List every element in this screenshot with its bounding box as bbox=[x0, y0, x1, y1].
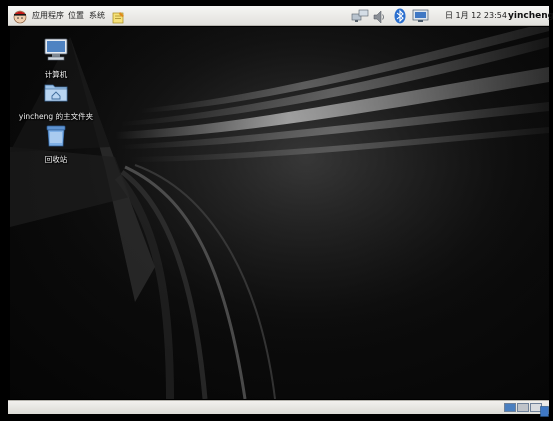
menu-applications[interactable]: 应用程序 bbox=[32, 6, 64, 26]
clock[interactable]: 日 1月 12 23:54 bbox=[445, 6, 507, 26]
desktop-icon-home-folder[interactable]: yincheng 的主文件夹 bbox=[16, 79, 96, 122]
notes-icon[interactable] bbox=[112, 9, 125, 24]
trash-icon bbox=[43, 122, 69, 152]
menu-places[interactable]: 位置 bbox=[68, 6, 84, 26]
workspace-2[interactable] bbox=[517, 403, 529, 412]
top-panel: 应用程序 位置 系统 日 1月 12 23:54 yincheng bbox=[8, 6, 553, 26]
menu-system[interactable]: 系统 bbox=[89, 6, 105, 26]
home-folder-icon bbox=[43, 79, 69, 109]
desktop-icon-label: 回收站 bbox=[44, 155, 68, 164]
bluetooth-icon[interactable] bbox=[394, 8, 406, 24]
desktop-icon-trash[interactable]: 回收站 bbox=[16, 122, 96, 165]
computer-icon bbox=[43, 37, 69, 67]
show-desktop-icon[interactable] bbox=[540, 402, 549, 417]
desktop[interactable]: 计算机 yincheng 的主文件夹 回收站 bbox=[10, 27, 549, 399]
redhat-logo-icon[interactable] bbox=[12, 8, 28, 24]
user-name[interactable]: yincheng bbox=[508, 6, 553, 26]
bottom-panel bbox=[8, 400, 549, 417]
screen: 应用程序 位置 系统 日 1月 12 23:54 yincheng 计算机 yi… bbox=[0, 0, 553, 417]
desktop-icon-computer[interactable]: 计算机 bbox=[16, 37, 96, 80]
update-icon[interactable] bbox=[412, 8, 430, 24]
workspace-1[interactable] bbox=[504, 403, 516, 412]
volume-icon[interactable] bbox=[372, 9, 386, 24]
network-icon[interactable] bbox=[351, 8, 369, 24]
desktop-icon-label: yincheng 的主文件夹 bbox=[18, 112, 94, 121]
